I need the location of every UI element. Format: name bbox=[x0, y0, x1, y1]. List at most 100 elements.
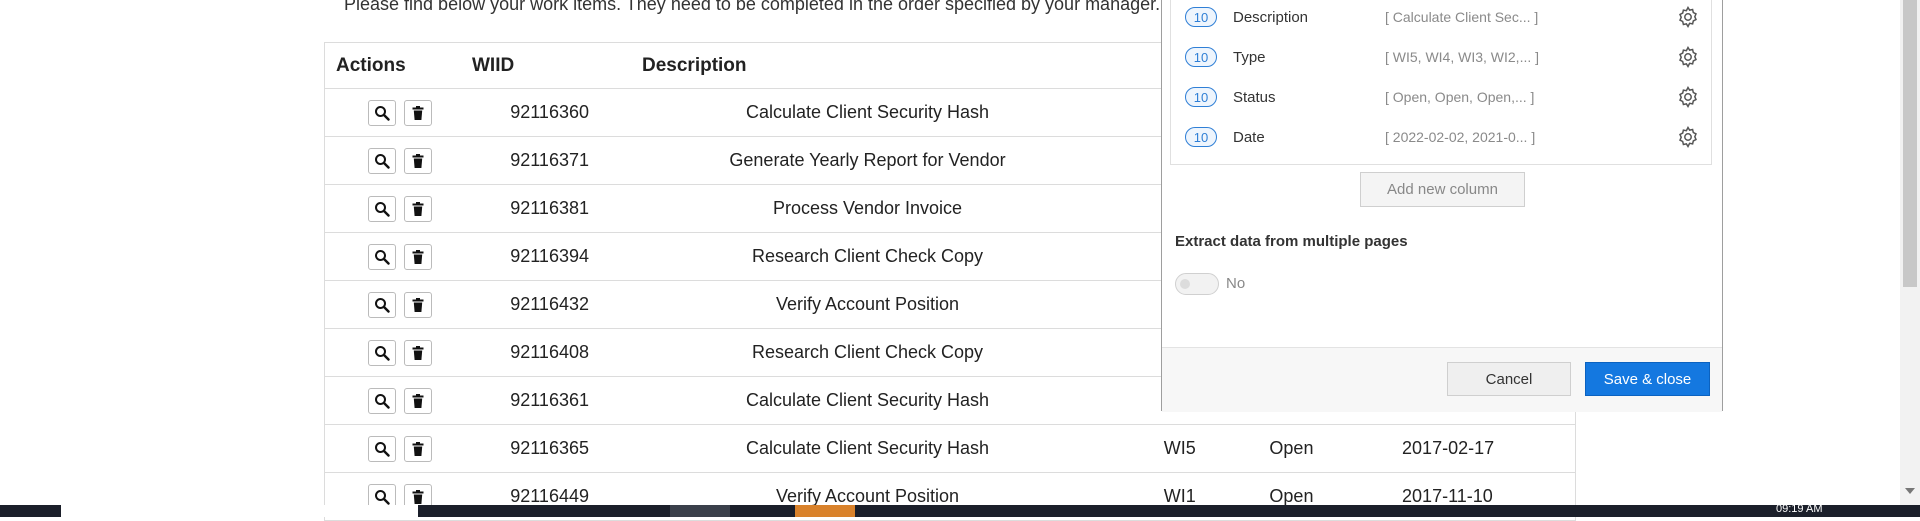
search-icon bbox=[374, 105, 390, 121]
cell-description: Calculate Client Security Hash bbox=[745, 390, 990, 410]
trash-icon bbox=[410, 105, 426, 121]
trash-icon bbox=[410, 393, 426, 409]
search-icon bbox=[374, 345, 390, 361]
search-icon bbox=[374, 393, 390, 409]
column-count-badge: 10 bbox=[1185, 87, 1217, 107]
view-button[interactable] bbox=[368, 435, 396, 462]
cell-date: 2017-02-17 bbox=[1402, 438, 1495, 458]
taskbar: 09:19 AM bbox=[0, 503, 1920, 517]
extract-multiple-pages-label: Extract data from multiple pages bbox=[1175, 233, 1408, 250]
header-description: Description bbox=[642, 54, 747, 76]
header-wiid: WIID bbox=[472, 54, 515, 76]
cell-wiid: 92116432 bbox=[510, 294, 589, 314]
column-name: Status bbox=[1233, 88, 1276, 106]
column-row: 10 Status [ Open, Open, Open,... ] bbox=[1171, 77, 1711, 117]
delete-button[interactable] bbox=[404, 435, 432, 462]
cell-status: Open bbox=[1269, 486, 1314, 506]
view-button[interactable] bbox=[368, 387, 396, 414]
gear-icon[interactable] bbox=[1676, 45, 1700, 69]
table-row: 92116365 Calculate Client Security Hash WI… bbox=[325, 425, 1575, 473]
cell-type: WI5 bbox=[1163, 438, 1196, 458]
cell-description: Research Client Check Copy bbox=[751, 246, 984, 266]
search-icon bbox=[374, 297, 390, 313]
gear-icon[interactable] bbox=[1676, 5, 1700, 29]
cell-description: Calculate Client Security Hash bbox=[745, 438, 990, 458]
column-count-badge: 10 bbox=[1185, 127, 1217, 147]
trash-icon bbox=[410, 153, 426, 169]
taskbar-clock: 09:19 AM bbox=[1776, 503, 1823, 515]
toggle-state-label: No bbox=[1226, 275, 1246, 292]
header-actions: Actions bbox=[336, 54, 406, 76]
delete-button[interactable] bbox=[404, 147, 432, 174]
view-button[interactable] bbox=[368, 195, 396, 222]
column-row: 10 Type [ WI5, WI4, WI3, WI2,... ] bbox=[1171, 37, 1711, 77]
column-row: 10 Date [ 2022-02-02, 2021-0... ] bbox=[1171, 117, 1711, 157]
intro-text: Please find below your work items. They … bbox=[344, 0, 1161, 14]
scroll-down-arrow-icon[interactable] bbox=[1905, 488, 1915, 494]
delete-button[interactable] bbox=[404, 195, 432, 222]
scrollbar-thumb[interactable] bbox=[1903, 0, 1917, 287]
cell-wiid: 92116365 bbox=[510, 438, 589, 458]
cell-wiid: 92116449 bbox=[510, 486, 589, 506]
cancel-button[interactable]: Cancel bbox=[1447, 362, 1571, 396]
gear-icon[interactable] bbox=[1676, 125, 1700, 149]
cell-status: Open bbox=[1269, 438, 1314, 458]
row-actions bbox=[325, 243, 468, 270]
view-button[interactable] bbox=[368, 243, 396, 270]
view-button[interactable] bbox=[368, 99, 396, 126]
cell-date: 2017-11-10 bbox=[1402, 486, 1493, 506]
view-button[interactable] bbox=[368, 339, 396, 366]
column-count-badge: 10 bbox=[1185, 47, 1217, 67]
columns-list: 10 Description [ Calculate Client Sec... ]… bbox=[1170, 0, 1712, 165]
gear-icon[interactable] bbox=[1676, 85, 1700, 109]
column-values-preview: [ 2022-02-02, 2021-0... ] bbox=[1385, 129, 1536, 145]
cell-description: Research Client Check Copy bbox=[751, 342, 984, 362]
taskbar-app-button[interactable] bbox=[795, 505, 855, 517]
row-actions bbox=[325, 435, 468, 462]
cell-description: Verify Account Position bbox=[775, 294, 960, 314]
cell-description: Generate Yearly Report for Vendor bbox=[729, 150, 1006, 170]
view-button[interactable] bbox=[368, 291, 396, 318]
column-values-preview: [ WI5, WI4, WI3, WI2,... ] bbox=[1385, 49, 1540, 65]
taskbar-search-box[interactable] bbox=[61, 505, 418, 517]
trash-icon bbox=[410, 489, 426, 505]
cell-description: Process Vendor Invoice bbox=[772, 198, 963, 218]
cell-wiid: 92116408 bbox=[510, 342, 589, 362]
taskbar-app-button[interactable] bbox=[670, 505, 730, 517]
row-actions bbox=[325, 387, 468, 414]
column-values-preview: [ Open, Open, Open,... ] bbox=[1385, 89, 1535, 105]
row-actions bbox=[325, 147, 468, 174]
add-new-column-button[interactable]: Add new column bbox=[1360, 172, 1525, 207]
cell-wiid: 92116381 bbox=[510, 198, 589, 218]
delete-button[interactable] bbox=[404, 291, 432, 318]
column-row: 10 Description [ Calculate Client Sec... ] bbox=[1171, 0, 1711, 37]
save-close-button[interactable]: Save & close bbox=[1585, 362, 1710, 396]
cell-description: Calculate Client Security Hash bbox=[745, 102, 990, 122]
row-actions bbox=[325, 99, 468, 126]
vertical-scrollbar[interactable] bbox=[1900, 0, 1920, 505]
delete-button[interactable] bbox=[404, 387, 432, 414]
cell-type: WI1 bbox=[1163, 486, 1196, 506]
cell-wiid: 92116394 bbox=[510, 246, 589, 266]
row-actions bbox=[325, 339, 468, 366]
search-icon bbox=[374, 249, 390, 265]
search-icon bbox=[374, 441, 390, 457]
search-icon bbox=[374, 153, 390, 169]
cell-wiid: 92116361 bbox=[510, 390, 589, 410]
cell-description: Verify Account Position bbox=[775, 486, 960, 506]
delete-button[interactable] bbox=[404, 99, 432, 126]
trash-icon bbox=[410, 297, 426, 313]
row-actions bbox=[325, 291, 468, 318]
delete-button[interactable] bbox=[404, 243, 432, 270]
row-actions bbox=[325, 195, 468, 222]
column-name: Description bbox=[1233, 8, 1309, 26]
column-name: Type bbox=[1233, 48, 1266, 66]
trash-icon bbox=[410, 345, 426, 361]
search-icon bbox=[374, 201, 390, 217]
column-values-preview: [ Calculate Client Sec... ] bbox=[1385, 9, 1539, 25]
multiple-pages-toggle[interactable] bbox=[1175, 273, 1219, 295]
panel-footer: Cancel Save & close bbox=[1162, 347, 1722, 412]
trash-icon bbox=[410, 201, 426, 217]
view-button[interactable] bbox=[368, 147, 396, 174]
delete-button[interactable] bbox=[404, 339, 432, 366]
